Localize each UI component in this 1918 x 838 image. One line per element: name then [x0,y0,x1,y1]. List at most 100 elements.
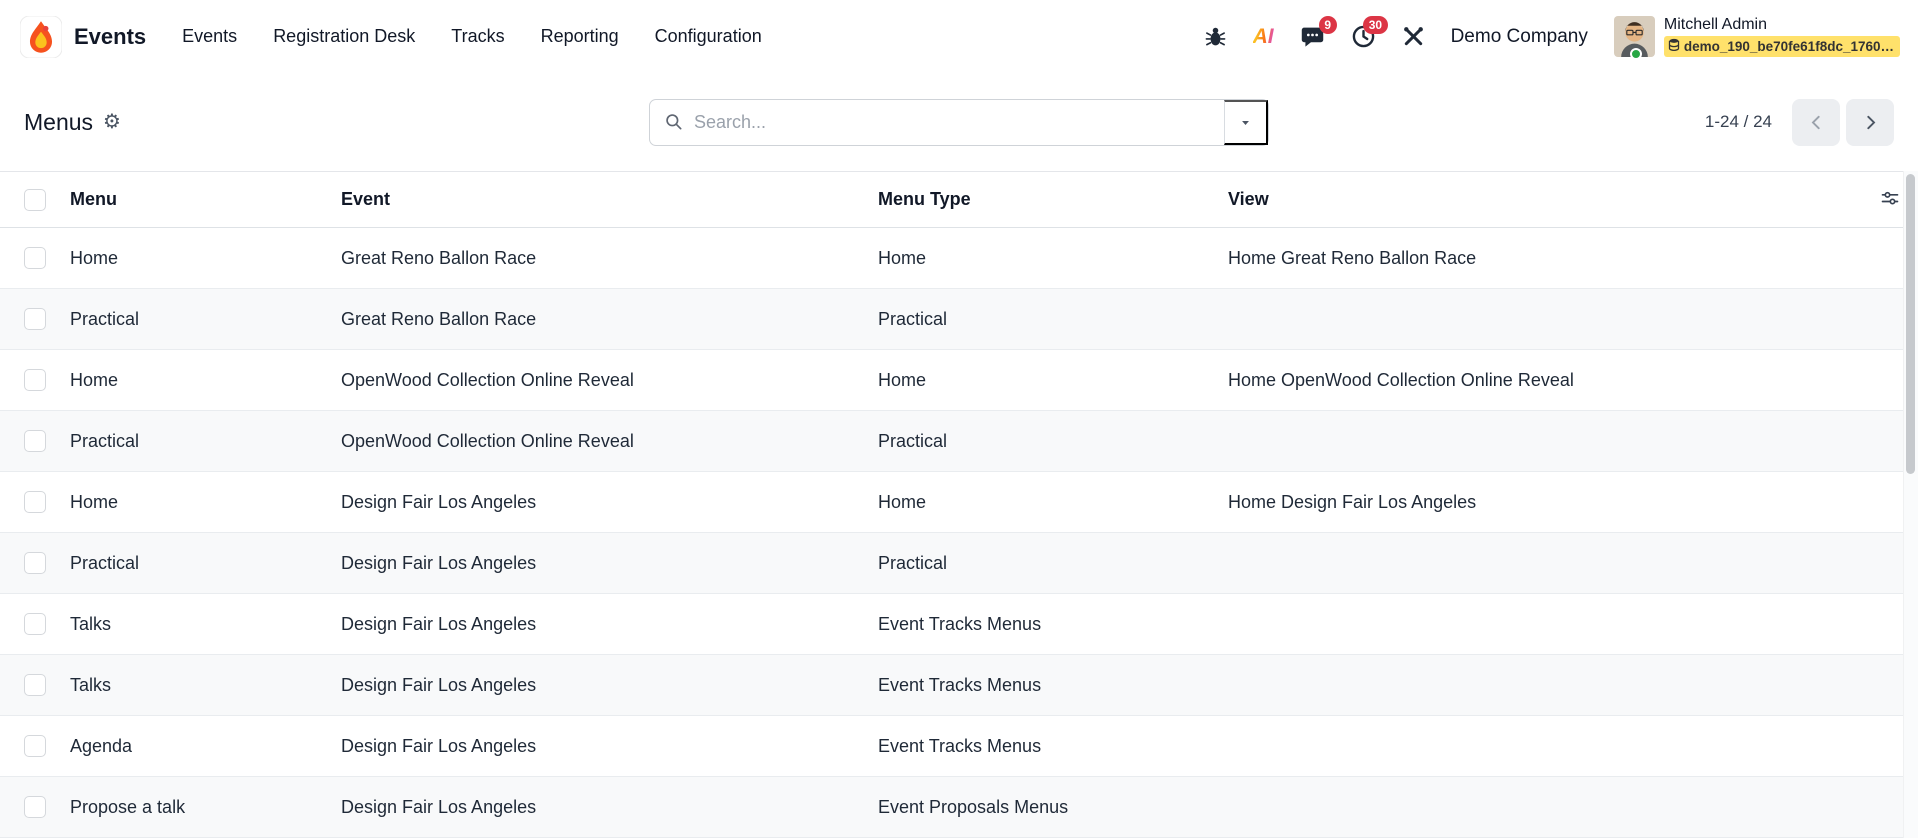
cell-event: Design Fair Los Angeles [341,716,878,777]
row-checkbox[interactable] [24,491,46,513]
pager: 1-24 / 24 [1705,99,1894,146]
column-header-view[interactable]: View [1228,172,1858,228]
gear-icon[interactable]: ⚙ [103,112,121,132]
table-header-row: Menu Event Menu Type View [0,172,1918,228]
nav-item-reporting[interactable]: Reporting [541,26,619,47]
row-select-cell [0,655,70,716]
table-row[interactable]: Practical Design Fair Los Angeles Practi… [0,533,1918,594]
row-checkbox[interactable] [24,369,46,391]
main-menu: Events Registration Desk Tracks Reportin… [182,26,762,47]
user-name: Mitchell Admin [1664,16,1767,34]
nav-item-configuration[interactable]: Configuration [655,26,762,47]
prev-page-icon [1806,112,1827,133]
table-row[interactable]: Home Great Reno Ballon Race Home Home Gr… [0,228,1918,289]
row-checkbox[interactable] [24,247,46,269]
cell-view: Home Design Fair Los Angeles [1228,472,1858,533]
menus-table: Menu Event Menu Type View [0,171,1918,838]
table-row[interactable]: Agenda Design Fair Los Angeles Event Tra… [0,716,1918,777]
control-panel: Menus ⚙ 1-24 / 24 [0,73,1918,171]
nav-item-tracks[interactable]: Tracks [451,26,504,47]
select-all-checkbox[interactable] [24,189,46,211]
row-checkbox[interactable] [24,796,46,818]
cell-menu-type: Practical [878,411,1228,472]
page-title: Menus [24,109,93,136]
row-checkbox[interactable] [24,430,46,452]
cell-menu: Practical [70,533,341,594]
database-badge: demo_190_be70fe61f8dc_1760… [1664,36,1900,57]
search-bar [649,99,1269,146]
row-checkbox[interactable] [24,613,46,635]
nav-item-registration-desk[interactable]: Registration Desk [273,26,415,47]
cell-view [1228,411,1858,472]
cell-menu-type: Home [878,472,1228,533]
column-header-menu-type[interactable]: Menu Type [878,172,1228,228]
app-switcher[interactable]: Events [20,16,146,58]
database-name: demo_190_be70fe61f8dc_1760… [1684,39,1894,54]
online-status-dot [1630,48,1642,60]
optional-columns-button[interactable] [1876,185,1904,213]
messages-badge: 9 [1319,16,1337,34]
row-select-cell [0,533,70,594]
cell-view [1228,655,1858,716]
cell-menu-type: Event Tracks Menus [878,594,1228,655]
cell-menu-type: Practical [878,533,1228,594]
company-switcher[interactable]: Demo Company [1451,26,1588,48]
tools-icon[interactable] [1402,25,1425,48]
cell-menu-type: Event Proposals Menus [878,777,1228,838]
table-row[interactable]: Practical Great Reno Ballon Race Practic… [0,289,1918,350]
scrollbar-thumb[interactable] [1906,174,1915,474]
column-header-menu[interactable]: Menu [70,172,341,228]
cell-view [1228,533,1858,594]
table-row[interactable]: Home Design Fair Los Angeles Home Home D… [0,472,1918,533]
optional-columns-icon [1880,189,1900,209]
row-select-cell [0,594,70,655]
column-header-event[interactable]: Event [341,172,878,228]
table-row[interactable]: Practical OpenWood Collection Online Rev… [0,411,1918,472]
row-select-cell [0,289,70,350]
cell-menu-type: Event Tracks Menus [878,655,1228,716]
row-checkbox[interactable] [24,308,46,330]
cell-menu: Talks [70,594,341,655]
cell-menu: Practical [70,411,341,472]
table-row[interactable]: Talks Design Fair Los Angeles Event Trac… [0,594,1918,655]
menus-list-view: Menu Event Menu Type View [0,171,1918,838]
events-app-icon [20,16,62,58]
cell-event: Design Fair Los Angeles [341,777,878,838]
row-select-cell [0,716,70,777]
row-select-cell [0,411,70,472]
cell-view [1228,777,1858,838]
pager-next-button[interactable] [1846,99,1894,146]
pager-range: 1-24 / 24 [1705,112,1772,132]
top-navbar: Events Events Registration Desk Tracks R… [0,0,1918,73]
row-checkbox[interactable] [24,674,46,696]
row-select-cell [0,472,70,533]
ai-icon[interactable]: AI [1253,25,1274,49]
cell-menu: Talks [70,655,341,716]
database-icon [1668,38,1680,55]
pager-previous-button[interactable] [1792,99,1840,146]
table-row[interactable]: Propose a talk Design Fair Los Angeles E… [0,777,1918,838]
user-menu[interactable]: Mitchell Admin demo_190_be70fe61f8dc_176… [1614,16,1900,57]
cell-menu-type: Home [878,228,1228,289]
nav-item-events[interactable]: Events [182,26,237,47]
next-page-icon [1860,112,1881,133]
cell-event: Design Fair Los Angeles [341,594,878,655]
search-icon [664,112,684,132]
table-row[interactable]: Talks Design Fair Los Angeles Event Trac… [0,655,1918,716]
cell-menu: Home [70,472,341,533]
activities-icon[interactable]: 30 [1351,24,1376,49]
row-checkbox[interactable] [24,552,46,574]
search-options-toggle[interactable] [1224,100,1268,145]
cell-view: Home OpenWood Collection Online Reveal [1228,350,1858,411]
cell-event: OpenWood Collection Online Reveal [341,350,878,411]
vertical-scrollbar[interactable] [1903,171,1918,838]
messages-icon[interactable]: 9 [1300,24,1325,49]
row-checkbox[interactable] [24,735,46,757]
table-row[interactable]: Home OpenWood Collection Online Reveal H… [0,350,1918,411]
debug-bug-icon[interactable] [1204,25,1227,48]
cell-event: Great Reno Ballon Race [341,228,878,289]
cell-view: Home Great Reno Ballon Race [1228,228,1858,289]
cell-menu-type: Event Tracks Menus [878,716,1228,777]
dropdown-caret-icon [1238,115,1253,130]
search-input[interactable] [694,112,1224,133]
